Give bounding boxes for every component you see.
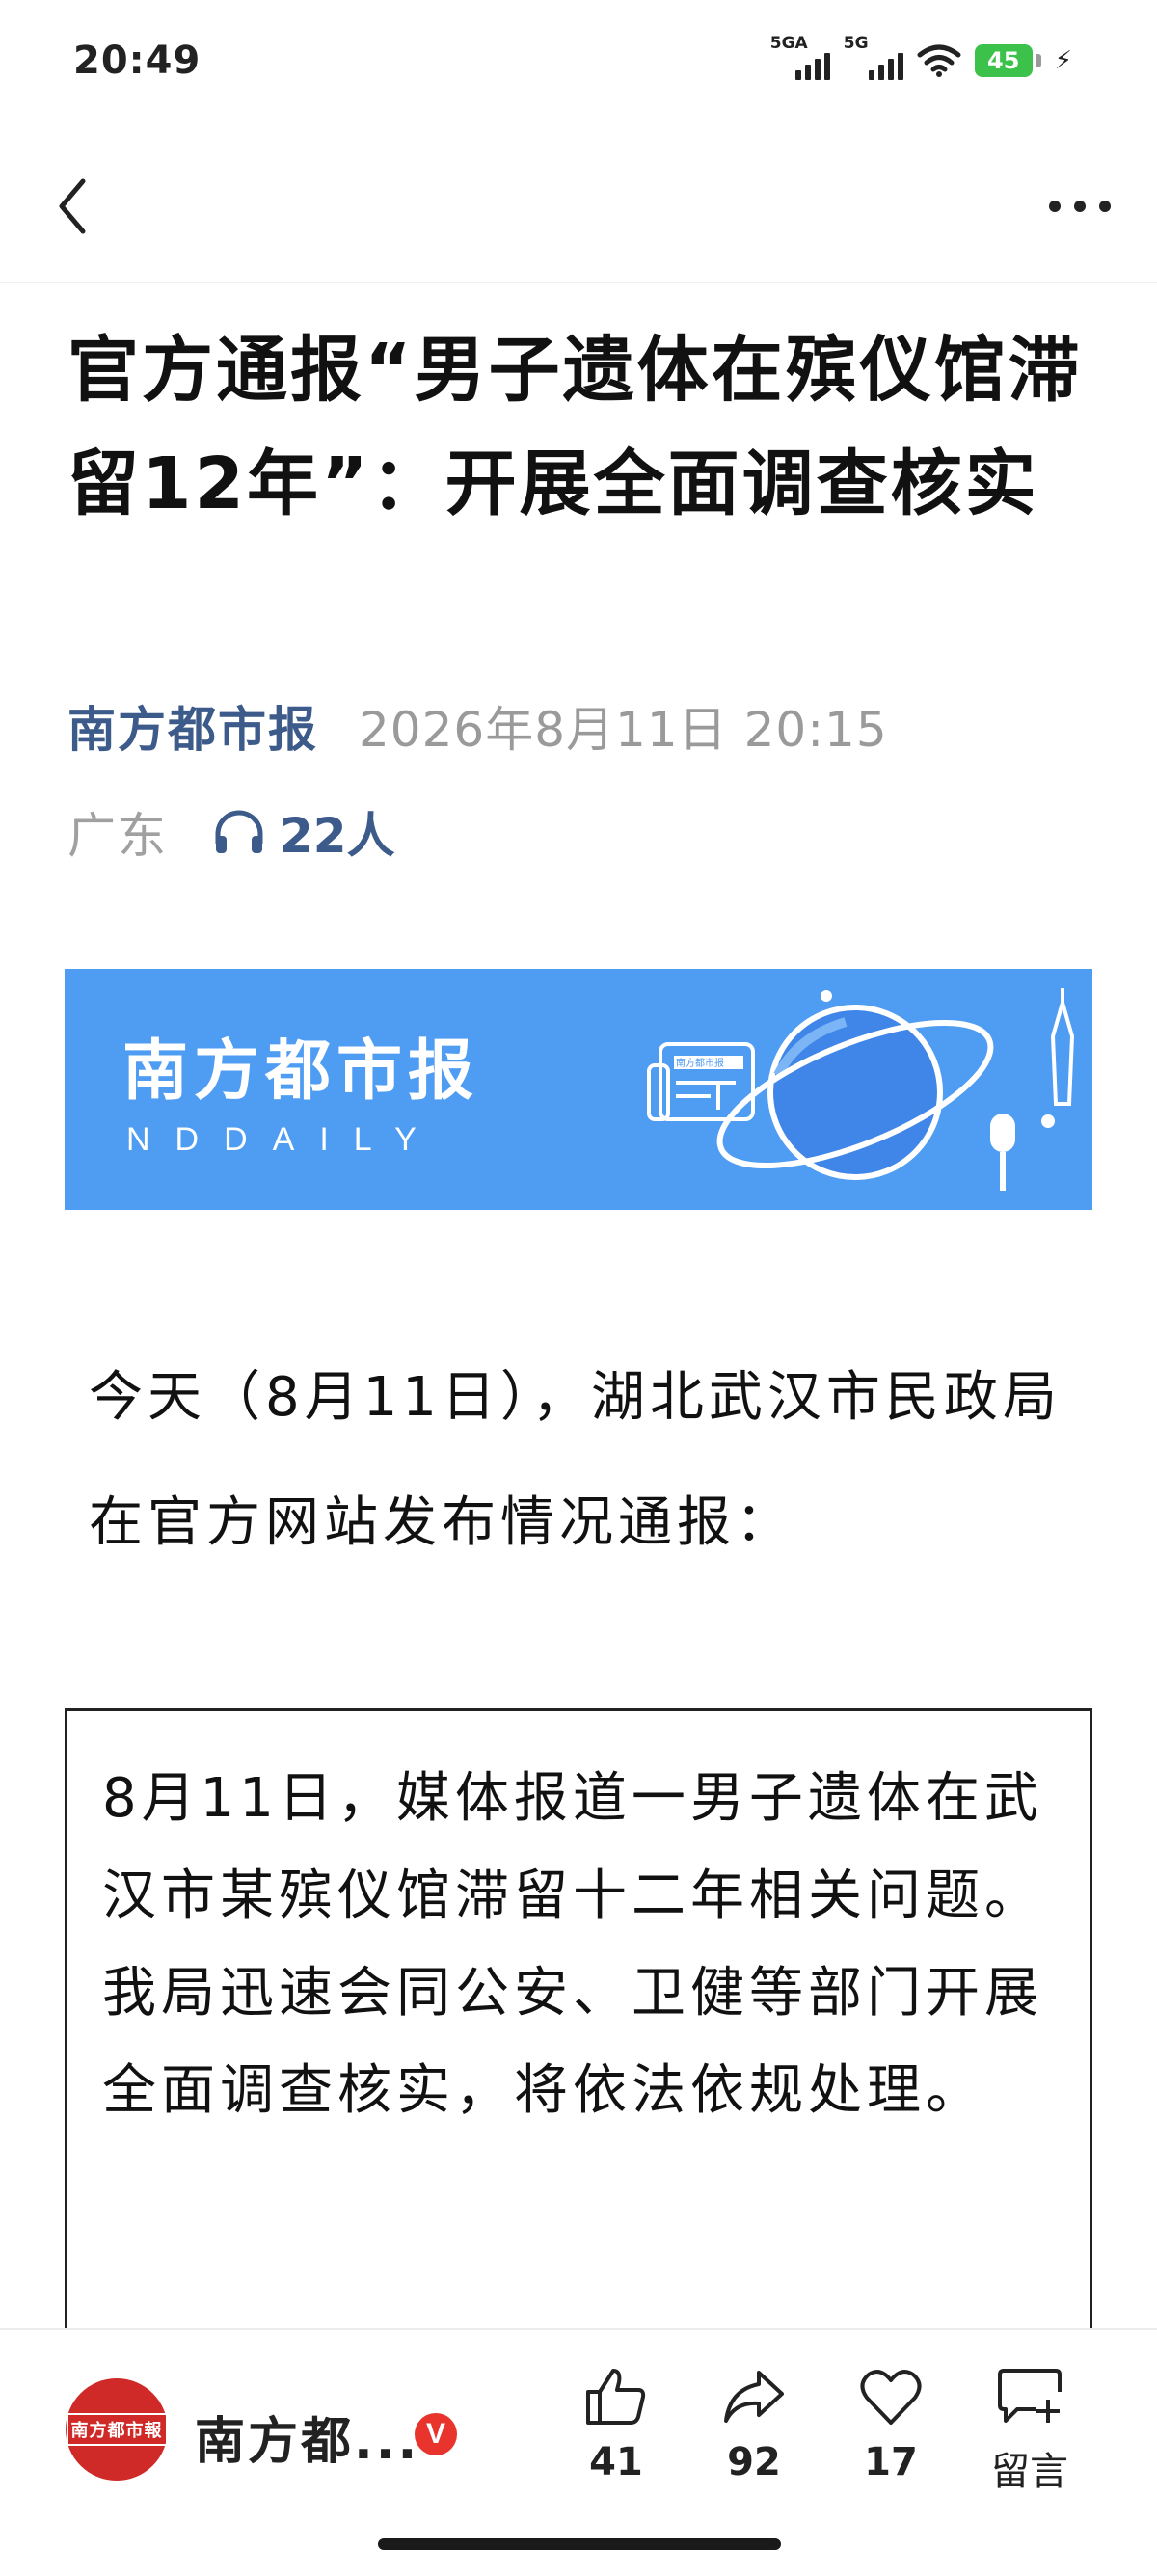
comment-label: 留言: [991, 2450, 1068, 2494]
favorite-count: 17: [864, 2440, 918, 2484]
verified-badge: V: [415, 2413, 457, 2455]
thumbs-up-icon: [586, 2369, 646, 2425]
signal-label: 5G: [843, 34, 869, 53]
notice-text: 8月11日，媒体报道一男子遗体在武汉市某殡仪馆滞留十二年相关问题。我局迅速会同公…: [102, 1767, 1043, 2122]
status-icons: 5GA 5G 45 ⚡: [770, 34, 1072, 85]
share-arrow-icon: [724, 2371, 784, 2423]
more-dots-icon: [1049, 201, 1111, 212]
banner-planet-illustration: 南方都市报: [647, 988, 1075, 1191]
signal-icon: 5G: [844, 34, 903, 82]
back-chevron-icon: [59, 178, 86, 234]
article-source[interactable]: 南方都市报: [67, 691, 318, 761]
newspaper-banner: 南方都市报 NDDAILY 南方都市报: [65, 969, 1092, 1210]
home-indicator[interactable]: [378, 2538, 781, 2550]
status-bar: 20:49 5GA 5G 45 ⚡: [0, 0, 1157, 135]
comment-add-icon: [998, 2369, 1062, 2423]
share-button[interactable]: 92: [696, 2367, 812, 2484]
listener-count: 22人: [280, 808, 395, 864]
article-title: 官方通报“男子遗体在殡仪馆滞留12年”：开展全面调查核实: [67, 329, 1083, 525]
publisher-avatar[interactable]: 南方都市報: [66, 2378, 168, 2481]
status-time: 20:49: [73, 39, 202, 83]
nav-bar: [0, 135, 1157, 283]
newspaper-mark: 南方都市报: [676, 1057, 724, 1069]
wifi-icon: [917, 44, 961, 77]
like-button[interactable]: 41: [558, 2367, 674, 2484]
publisher-name[interactable]: 南方都...: [195, 2401, 419, 2473]
article-intro: 今天（8月11日），湖北武汉市民政局在官方网站发布情况通报：: [89, 1366, 1062, 1554]
banner-english: NDDAILY: [126, 1121, 442, 1158]
headphones-icon: [215, 810, 263, 853]
signal-icon: 5GA: [770, 34, 830, 82]
signal-label: 5GA: [769, 34, 808, 53]
battery-icon: 45: [974, 44, 1041, 77]
comment-button[interactable]: 留言: [972, 2367, 1088, 2496]
back-button[interactable]: [39, 172, 108, 241]
publisher-avatar-mark: 南方都市報: [66, 2413, 168, 2446]
battery-level: 45: [974, 44, 1033, 77]
heart-icon: [860, 2370, 922, 2425]
article-datetime: 2026年8月11日 20:15: [359, 702, 888, 758]
favorite-button[interactable]: 17: [833, 2367, 949, 2484]
like-count: 41: [589, 2440, 643, 2484]
listen-button[interactable]: 22人: [212, 797, 395, 867]
article-region: 广东: [67, 808, 168, 864]
article-meta-secondary: 广东 22人: [67, 798, 395, 866]
article-meta: 南方都市报 2026年8月11日 20:15: [67, 692, 888, 760]
share-count: 92: [727, 2440, 781, 2484]
banner-title: 南方都市报: [122, 1033, 480, 1110]
charging-icon: ⚡: [1054, 46, 1072, 75]
more-button[interactable]: [1041, 172, 1118, 241]
